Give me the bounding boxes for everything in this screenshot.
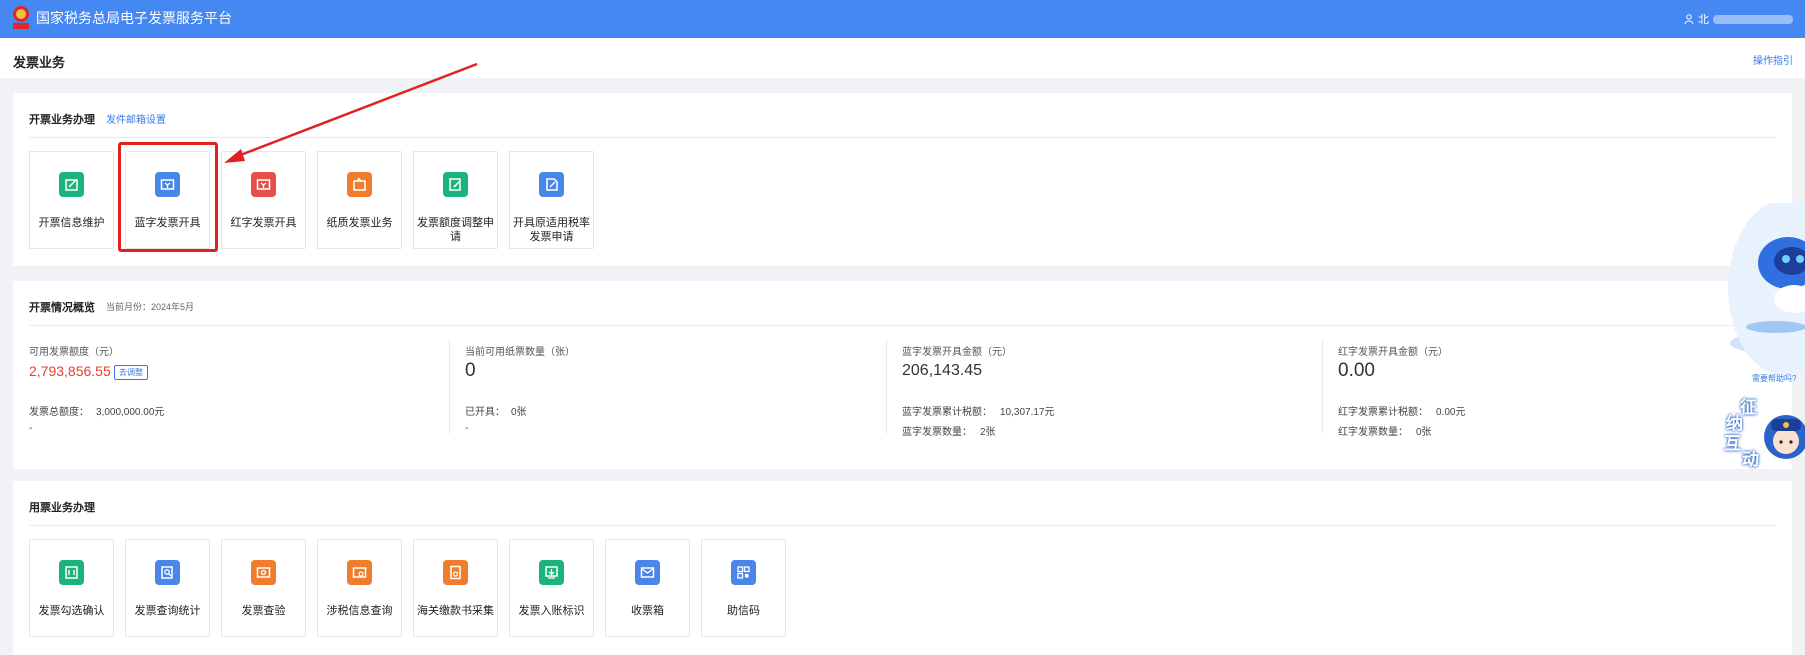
blue-count-label: 蓝字发票数量： [902, 427, 972, 438]
tile-label: 发票查询统计 [134, 605, 201, 617]
tile-qr[interactable]: 助信码 [701, 539, 786, 637]
red-amount-label: 红字发票开具金额（元） [1338, 347, 1448, 358]
page-header: 发票业务 操作指引 [0, 38, 1805, 78]
user-name: 北 [1698, 14, 1709, 26]
guide-link[interactable]: 操作指引 [1753, 52, 1793, 67]
doc-icon [539, 172, 564, 197]
tile-label: 红字发票开具 [230, 217, 297, 229]
tile-paper[interactable]: 纸质发票业务 [317, 151, 402, 249]
user-name-redacted [1713, 14, 1793, 24]
total-quota-label: 发票总额度： [29, 407, 89, 418]
tile-label: 发票入账标识 [518, 605, 585, 617]
tile-check-doc[interactable]: 发票勾选确认 [29, 539, 114, 637]
divider [1322, 339, 1323, 434]
tile-label: 发票勾选确认 [38, 605, 105, 617]
red-count-value: 0张 [1416, 427, 1432, 438]
blue-amount-label: 蓝字发票开具金额（元） [902, 347, 1012, 358]
divider [29, 525, 1776, 526]
red-count-label: 红字发票数量： [1338, 427, 1408, 438]
top-bar: 国家税务总局电子发票服务平台 北 [0, 0, 1805, 38]
blue-tax-label: 蓝字发票累计税额： [902, 407, 992, 418]
tile-label: 开票信息维护 [38, 217, 105, 229]
paper-count-label: 当前可用纸票数量（张） [465, 347, 575, 358]
overview-card: 开票情况概览 当前月份：2024年5月 可用发票额度（元） 2,793,856.… [13, 281, 1792, 469]
tile-label: 收票箱 [631, 605, 664, 617]
divider [29, 325, 1776, 326]
check-doc-icon [59, 560, 84, 585]
verify-icon [251, 560, 276, 585]
red-amount-value: 0.00 [1338, 360, 1375, 381]
edit-doc-icon [59, 172, 84, 197]
issued-extra: - [465, 423, 469, 434]
mail-setting-link[interactable]: 发件邮箱设置 [106, 111, 166, 126]
tile-pen-doc[interactable]: 发票额度调整申请 [413, 151, 498, 249]
issued-label: 已开具： [465, 407, 505, 418]
customs-doc-icon [443, 560, 468, 585]
help-hint[interactable]: 需要帮助吗? [1752, 373, 1796, 384]
app-title: 国家税务总局电子发票服务平台 [36, 10, 232, 26]
available-quota-value: 2,793,856.55 [29, 363, 111, 379]
red-tax-value: 0.00元 [1436, 407, 1466, 418]
tile-label: 发票查验 [241, 605, 286, 617]
user-menu[interactable]: 北 [1684, 11, 1793, 27]
divider [886, 339, 887, 434]
tile-search-doc[interactable]: 发票查询统计 [125, 539, 210, 637]
tile-label: 助信码 [727, 605, 760, 617]
issued-value: 0张 [511, 407, 527, 418]
stamp-icon [539, 560, 564, 585]
divider [29, 137, 1776, 138]
tile-doc[interactable]: 开具原适用税率发票申请 [509, 151, 594, 249]
tile-label: 海关缴款书采集 [417, 605, 494, 617]
pen-doc-icon [443, 172, 468, 197]
blue-amount-value: 206,143.45 [902, 362, 983, 379]
tile-mailbox[interactable]: 收票箱 [605, 539, 690, 637]
invoice-use-card: 用票业务办理 发票勾选确认 发票查询统计 发票查验 涉税信息查询 海关缴款书采集 发票入账… [13, 481, 1792, 655]
current-month: 当前月份：2024年5月 [106, 302, 195, 312]
page-title: 发票业务 [13, 55, 66, 70]
invoice-use-title: 用票业务办理 [29, 502, 95, 514]
invoice-issue-title: 开票业务办理 [29, 114, 95, 126]
total-quota-value: 3,000,000.00元 [96, 407, 165, 418]
interact-button[interactable]: 征纳互动 征纳互动 [1724, 395, 1805, 475]
total-quota-extra: - [29, 423, 33, 434]
ticket-icon [251, 172, 276, 197]
invoice-issue-card: 开票业务办理 发件邮箱设置 开票信息维护 蓝字发票开具 红字发票开具 纸质发票业务 发票… [13, 93, 1792, 266]
qr-icon [731, 560, 756, 585]
blue-tax-value: 10,307.17元 [1000, 407, 1055, 418]
tile-label: 开具原适用税率发票申请 [513, 217, 590, 243]
tile-label: 纸质发票业务 [326, 217, 393, 229]
highlight-box [118, 142, 218, 252]
tile-search-card[interactable]: 涉税信息查询 [317, 539, 402, 637]
blue-count-value: 2张 [980, 427, 996, 438]
user-icon [1684, 14, 1694, 24]
tile-ticket[interactable]: 红字发票开具 [221, 151, 306, 249]
interact-label: 征纳互动 征纳互动 [1724, 395, 1766, 469]
mailbox-icon [635, 560, 660, 585]
tile-edit-doc[interactable]: 开票信息维护 [29, 151, 114, 249]
divider [449, 339, 450, 434]
tile-label: 涉税信息查询 [326, 605, 393, 617]
tile-label: 发票额度调整申请 [417, 217, 494, 243]
search-doc-icon [155, 560, 180, 585]
tax-emblem-icon [13, 6, 29, 29]
adjust-quota-button[interactable]: 去调整 [114, 365, 148, 380]
tile-stamp[interactable]: 发票入账标识 [509, 539, 594, 637]
tile-customs-doc[interactable]: 海关缴款书采集 [413, 539, 498, 637]
red-tax-label: 红字发票累计税额： [1338, 407, 1428, 418]
tile-verify[interactable]: 发票查验 [221, 539, 306, 637]
overview-title: 开票情况概览 [29, 302, 95, 314]
paper-icon [347, 172, 372, 197]
available-quota-label: 可用发票额度（元） [29, 347, 119, 358]
search-card-icon [347, 560, 372, 585]
paper-count-value: 0 [465, 360, 476, 381]
